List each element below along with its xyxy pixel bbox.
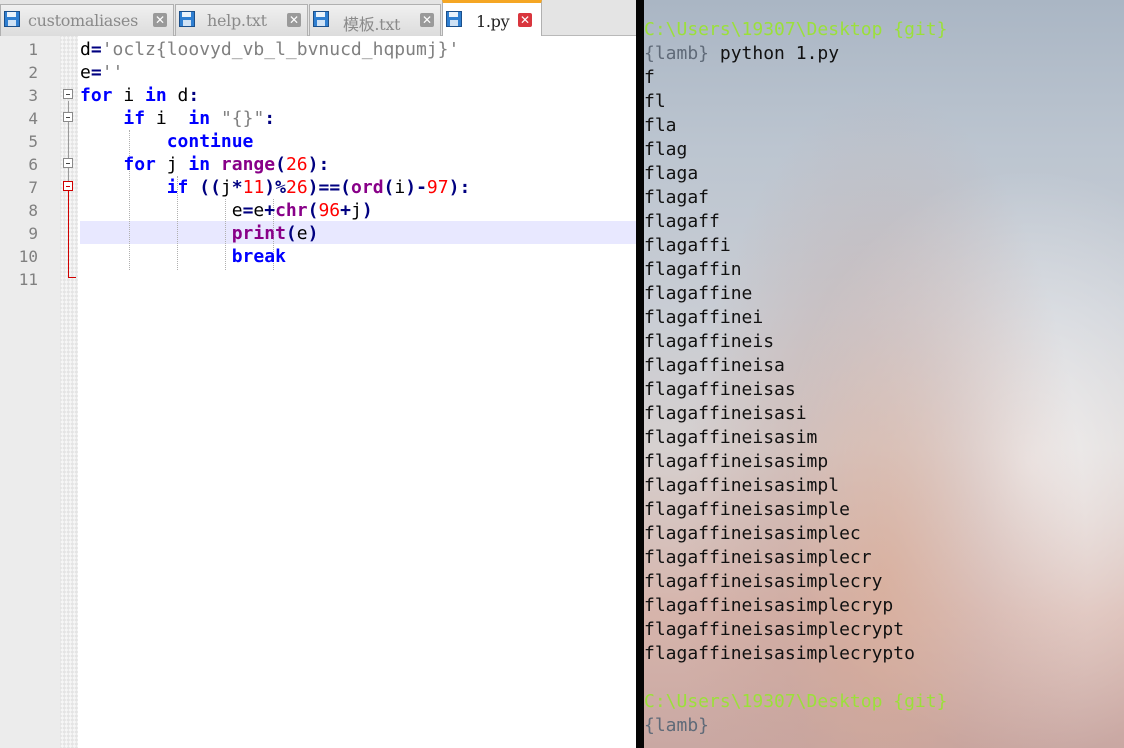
output-line: flagaffineisasimplecry [644, 571, 883, 592]
line-number: 6 [28, 155, 38, 174]
code-line-text: print(e) [231, 223, 319, 244]
output-line: flaga [644, 163, 699, 184]
fold-minus-icon[interactable] [63, 158, 73, 168]
output-line: fl [644, 91, 666, 112]
output-line: flagaffineisasi [644, 403, 807, 424]
close-x-icon[interactable]: ✕ [153, 13, 167, 27]
code-line: break [80, 245, 286, 268]
code-line: for j in range(26): [80, 153, 329, 176]
fold-guide-line-active [68, 189, 69, 277]
output-line: flagaffineis [644, 331, 775, 352]
tab-customaliases[interactable]: customaliases ✕ [0, 4, 174, 36]
code-line-text: for j in range(26): [123, 154, 330, 175]
code-line: continue [80, 130, 254, 153]
tab-label: help.txt [207, 11, 267, 30]
fold-minus-icon[interactable] [63, 89, 73, 99]
terminal-window[interactable]: C:\Users\19307\Desktop {git} {lamb} pyth… [644, 0, 1124, 748]
line-number: 2 [28, 63, 38, 82]
code-line-text: d='oclz{loovyd_vb_l_bvnucd_hqpumj}' [80, 39, 460, 60]
output-line: flagaffine [644, 283, 753, 304]
code-line-text: if i in "{}": [123, 108, 276, 129]
fold-end-marker [68, 277, 76, 278]
output-line: flagaffinei [644, 307, 764, 328]
output-line: flagaffineisasimplec [644, 523, 861, 544]
line-number: 8 [28, 201, 38, 220]
output-line: flag [644, 139, 688, 160]
code-line-text: for i in d: [80, 85, 200, 106]
line-number: 5 [28, 132, 38, 151]
fold-minus-icon[interactable] [63, 112, 73, 122]
output-line: flagaffineisasimple [644, 499, 850, 520]
command-text: python 1.py [709, 43, 840, 64]
code-line: print(e) [80, 222, 319, 245]
save-disk-icon [179, 11, 195, 27]
line-number: 11 [18, 270, 38, 289]
prompt-path: C:\Users\19307\Desktop {git} [644, 691, 948, 712]
tab-label: 1.py [476, 12, 510, 31]
line-number: 3 [28, 86, 38, 105]
tab-help-txt[interactable]: help.txt ✕ [175, 4, 308, 36]
tab-label: 模板.txt [343, 15, 401, 34]
prompt-user: {lamb} [644, 43, 710, 64]
output-line: flagaffi [644, 235, 731, 256]
fold-minus-icon[interactable] [63, 181, 73, 191]
prompt-user: {lamb} [644, 715, 710, 736]
close-x-icon[interactable]: ✕ [518, 13, 532, 27]
tab-1-py[interactable]: 1.py ✕ [442, 0, 542, 36]
line-number: 7 [28, 178, 38, 197]
code-line-text: e='' [80, 62, 124, 83]
tab-label: customaliases [28, 11, 139, 30]
line-number: 9 [28, 224, 38, 243]
tab-bar: customaliases ✕ help.txt ✕ 模板.txt ✕ 1.py… [0, 0, 636, 36]
line-number: 1 [28, 40, 38, 59]
output-line: flagaffineisasimp [644, 451, 829, 472]
code-line-text: continue [166, 131, 254, 152]
command-line: {lamb} python 1.py [644, 42, 839, 66]
code-line: d='oclz{loovyd_vb_l_bvnucd_hqpumj}' [80, 38, 459, 61]
line-number-gutter: 1 2 3 4 5 6 7 8 9 10 11 [0, 36, 60, 748]
code-editor[interactable]: customaliases ✕ help.txt ✕ 模板.txt ✕ 1.py… [0, 0, 636, 748]
save-disk-icon [446, 11, 462, 27]
code-line: if ((j*11)%26)==(ord(i)-97): [80, 176, 471, 199]
prompt-path: C:\Users\19307\Desktop {git} [644, 19, 948, 40]
output-line: flagaffin [644, 259, 742, 280]
code-line: e='' [80, 61, 123, 84]
code-line-text: break [231, 246, 286, 267]
output-line: flagaffineisasimpl [644, 475, 840, 496]
output-line: flagaff [644, 211, 720, 232]
code-line: if i in "{}": [80, 107, 275, 130]
output-line: flagaffineisa [644, 355, 785, 376]
output-line: flagaffineisasimplecryp [644, 595, 894, 616]
line-number: 4 [28, 109, 38, 128]
close-x-icon[interactable]: ✕ [420, 13, 434, 27]
code-line: e=e+chr(96+j) [80, 199, 373, 222]
line-number: 10 [18, 247, 38, 266]
output-line: flagaf [644, 187, 710, 208]
save-disk-icon [313, 11, 329, 27]
output-line: flagaffineisasim [644, 427, 818, 448]
fold-margin [60, 36, 78, 748]
code-line: for i in d: [80, 84, 199, 107]
output-line: flagaffineisasimplecrypt [644, 619, 905, 640]
close-x-icon[interactable]: ✕ [287, 13, 301, 27]
code-line-text: e=e+chr(96+j) [80, 200, 373, 221]
code-area[interactable]: d='oclz{loovyd_vb_l_bvnucd_hqpumj}' e=''… [80, 36, 636, 748]
output-line: flagaffineisas [644, 379, 796, 400]
output-line: fla [644, 115, 677, 136]
tab-template-txt[interactable]: 模板.txt ✕ [309, 4, 441, 36]
output-line: flagaffineisasimplecr [644, 547, 872, 568]
code-line-text: if ((j*11)%26)==(ord(i)-97): [166, 177, 471, 198]
pane-divider[interactable] [636, 0, 644, 748]
output-line: flagaffineisasimplecrypto [644, 643, 915, 664]
save-disk-icon [4, 11, 20, 27]
output-line: f [644, 67, 655, 88]
